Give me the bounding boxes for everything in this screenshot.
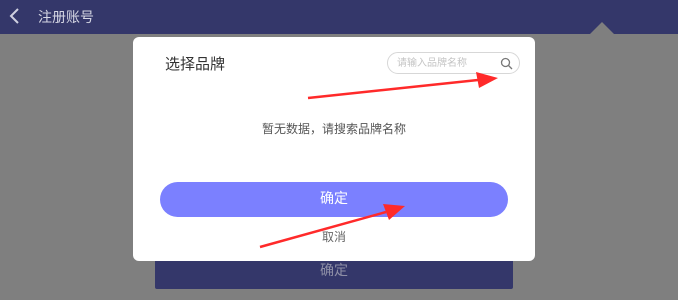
top-nav-bar: 注册账号 xyxy=(0,0,678,34)
empty-state-text: 暂无数据，请搜索品牌名称 xyxy=(261,122,406,136)
page-title: 注册账号 xyxy=(38,10,94,26)
brand-search-input[interactable] xyxy=(397,56,497,70)
cancel-button[interactable]: 取消 xyxy=(133,228,535,245)
search-icon[interactable] xyxy=(500,57,513,70)
back-arrow-icon[interactable] xyxy=(8,6,22,26)
brand-select-dialog: 选择品牌 暂无数据，请搜索品牌名称 确定 取消 xyxy=(133,37,535,261)
brand-search-box[interactable] xyxy=(387,52,520,74)
dropdown-pointer xyxy=(590,22,614,34)
confirm-button[interactable]: 确定 xyxy=(160,182,508,217)
dialog-title: 选择品牌 xyxy=(165,55,226,73)
